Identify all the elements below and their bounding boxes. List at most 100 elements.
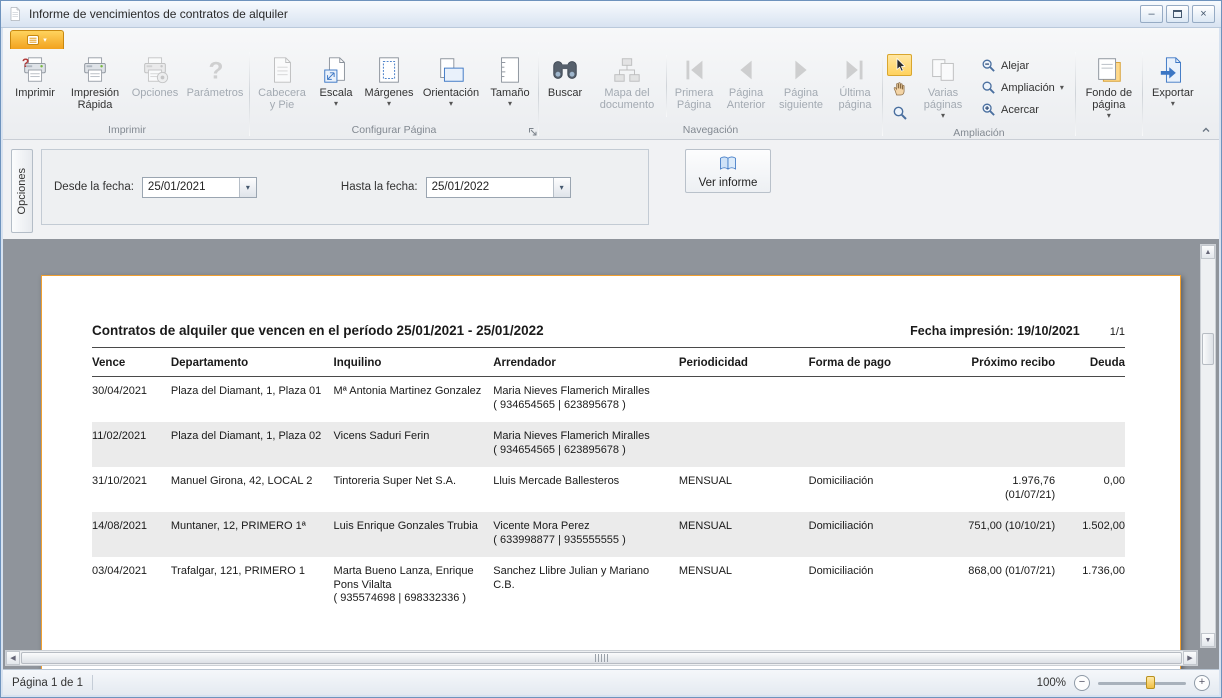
status-bar: Página 1 de 1 100% − + (3, 669, 1219, 695)
chevron-up-icon (1200, 124, 1212, 136)
file-menu-button[interactable]: ▾ (10, 30, 64, 49)
hasta-fecha-combo: ▾ (426, 177, 571, 198)
cell-inquilino: Luis Enrique Gonzales Trubia (334, 520, 494, 547)
minimize-button[interactable]: – (1140, 5, 1163, 23)
hasta-fecha-input[interactable] (427, 178, 553, 197)
title-bar[interactable]: Informe de vencimientos de contratos de … (1, 1, 1221, 28)
scroll-left-icon: ◀ (10, 654, 15, 662)
tamano-button[interactable]: Tamaño ▾ (484, 51, 536, 110)
impresion-rapida-label: Impresión Rápida (66, 87, 124, 111)
zoom-tool-button[interactable] (887, 102, 912, 124)
options-tab-label: Opciones (16, 168, 28, 214)
imprimir-button[interactable]: ? Imprimir (7, 51, 63, 102)
ribbon-group-configurar-pagina: Cabecera y Pie Escala ▾ Márgenes ▾ (251, 49, 537, 139)
ribbon-group-ampliacion: Varias páginas ▾ Alejar Ampliación (884, 49, 1074, 139)
dropdown-arrow-icon: ▾ (508, 101, 512, 107)
options-tab[interactable]: Opciones (11, 149, 33, 233)
close-button[interactable]: × (1192, 5, 1215, 23)
preview-area[interactable]: Contratos de alquiler que vencen en el p… (3, 239, 1219, 669)
table-row: 30/04/2021 Plaza del Diamant, 1, Plaza 0… (92, 377, 1125, 422)
cell-vence: 03/04/2021 (92, 565, 171, 606)
zoom-level: 100% (1037, 677, 1066, 689)
zoom-slider[interactable] (1098, 675, 1186, 691)
table-row: 14/08/2021 Muntaner, 12, PRIMERO 1ª Luis… (92, 512, 1125, 557)
buscar-label: Buscar (548, 87, 582, 99)
horizontal-scrollbar[interactable]: ◀ ▶ (5, 650, 1198, 666)
desde-fecha-dropdown-button[interactable]: ▾ (239, 178, 256, 197)
hasta-fecha-dropdown-button[interactable]: ▾ (553, 178, 570, 197)
dialog-launcher-button[interactable] (526, 125, 539, 138)
cell-forma-pago (809, 430, 961, 457)
primera-pagina-button[interactable]: Primera Página (668, 51, 720, 114)
cell-periodicidad: MENSUAL (679, 565, 809, 606)
ultima-pagina-button[interactable]: Última página (830, 51, 880, 114)
scroll-right-button[interactable]: ▶ (1183, 651, 1197, 665)
ribbon-separator (538, 52, 539, 136)
escala-label: Escala (319, 87, 352, 99)
impresion-rapida-button[interactable]: Impresión Rápida (63, 51, 127, 114)
cell-deuda (1063, 430, 1125, 457)
cell-forma-pago: Domiciliación (809, 520, 961, 547)
report-print-date: Fecha impresión: 19/10/2021 (910, 325, 1080, 339)
scroll-right-icon: ▶ (1187, 654, 1192, 662)
dropdown-arrow-icon: ▾ (387, 101, 391, 107)
margenes-button[interactable]: Márgenes ▾ (360, 51, 418, 110)
fondo-pagina-button[interactable]: Fondo de página ▾ (1078, 51, 1140, 122)
vertical-scroll-thumb[interactable] (1202, 333, 1214, 365)
report-header: Contratos de alquiler que vencen en el p… (92, 324, 1125, 348)
zoom-out-button[interactable]: − (1074, 675, 1090, 691)
parametros-button[interactable]: ? Parámetros (183, 51, 247, 102)
dropdown-arrow-icon: ▾ (449, 101, 453, 107)
horizontal-scroll-thumb[interactable] (21, 652, 1182, 664)
ultima-pagina-label: Última página (833, 87, 877, 111)
column-header-deuda: Deuda (1063, 357, 1125, 371)
cell-deuda: 1.736,00 (1063, 565, 1125, 606)
alejar-button[interactable]: Alejar (974, 55, 1071, 76)
orientacion-button[interactable]: Orientación ▾ (418, 51, 484, 110)
ampliacion-button[interactable]: Ampliación ▾ (974, 77, 1071, 98)
column-header-vence: Vence (92, 357, 171, 371)
vertical-scrollbar[interactable]: ▲ ▼ (1200, 244, 1216, 648)
fondo-pagina-label: Fondo de página (1081, 87, 1137, 111)
opciones-button[interactable]: Opciones (127, 51, 183, 102)
cabecera-pie-button[interactable]: Cabecera y Pie (252, 51, 312, 114)
app-icon (7, 6, 23, 22)
ribbon-group-imprimir: ? Imprimir Impresión Rápida Opciones (6, 49, 248, 139)
varias-paginas-button[interactable]: Varias páginas ▾ (914, 51, 972, 122)
scroll-down-button[interactable]: ▼ (1201, 633, 1215, 647)
maximize-button[interactable] (1166, 5, 1189, 23)
acercar-label: Acercar (1001, 104, 1039, 116)
mapa-documento-button[interactable]: Mapa del documento (589, 51, 665, 114)
table-row: 11/02/2021 Plaza del Diamant, 1, Plaza 0… (92, 422, 1125, 467)
exportar-button[interactable]: Exportar ▾ (1145, 51, 1201, 110)
escala-button[interactable]: Escala ▾ (312, 51, 360, 110)
file-menu-arrow-icon: ▾ (43, 36, 47, 44)
ver-informe-button[interactable]: Ver informe (685, 149, 771, 193)
pagina-anterior-button[interactable]: Página Anterior (720, 51, 772, 114)
zoom-buttons: Alejar Ampliación ▾ Acercar (972, 51, 1073, 124)
ribbon-tab-row: ▾ (3, 28, 1219, 49)
ribbon-separator (249, 52, 250, 136)
zoom-in-button[interactable]: + (1194, 675, 1210, 691)
column-header-inquilino: Inquilino (334, 357, 494, 371)
dialog-launcher-icon (528, 127, 538, 137)
cell-proximo-recibo: 868,00 (01/07/21) (960, 565, 1063, 606)
column-header-proximo-recibo: Próximo recibo (960, 357, 1063, 371)
scroll-up-button[interactable]: ▲ (1201, 245, 1215, 259)
ribbon-collapse-button[interactable] (1198, 124, 1213, 137)
ribbon-body: ? Imprimir Impresión Rápida Opciones (3, 49, 1219, 139)
page-indicator: Página 1 de 1 (12, 677, 83, 689)
parametros-label: Parámetros (187, 87, 244, 99)
scale-icon (321, 55, 351, 85)
scroll-left-button[interactable]: ◀ (6, 651, 20, 665)
cell-departamento: Plaza del Diamant, 1, Plaza 02 (171, 430, 334, 457)
zoom-slider-thumb[interactable] (1146, 676, 1155, 689)
buscar-button[interactable]: Buscar (541, 51, 589, 102)
header-footer-icon (267, 55, 297, 85)
pagina-siguiente-button[interactable]: Página siguiente (772, 51, 830, 114)
pointer-tool-button[interactable] (887, 54, 912, 76)
hand-tool-button[interactable] (887, 78, 912, 100)
window-controls: – × (1140, 5, 1215, 23)
acercar-button[interactable]: Acercar (974, 99, 1071, 120)
desde-fecha-input[interactable] (143, 178, 239, 197)
